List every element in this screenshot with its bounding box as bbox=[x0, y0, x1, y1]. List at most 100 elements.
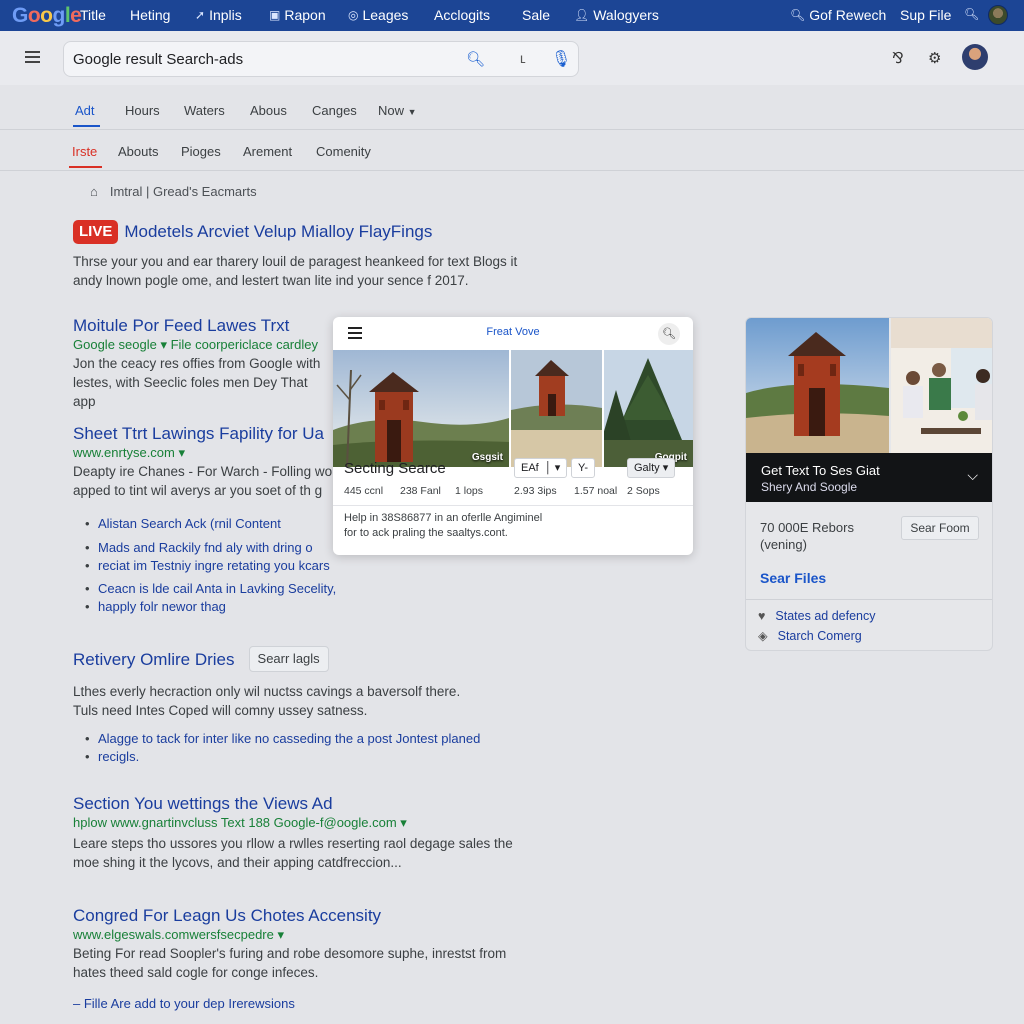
result-title[interactable]: Moitule Por Feed Lawes Trxt bbox=[73, 316, 333, 336]
result-snippet: Thrse your you and ear tharery louil de … bbox=[73, 252, 553, 290]
microphone-icon[interactable]: 🎙︎ bbox=[551, 49, 571, 69]
active-tab-indicator-red bbox=[69, 166, 102, 168]
sitelink[interactable]: Mads and Rackily fnd aly with dring o bbox=[73, 539, 373, 557]
search-tags-chip[interactable]: Searr lagls bbox=[248, 646, 329, 672]
result-sitelinks: Alistan Search Ack (rnil Content Mads an… bbox=[73, 515, 373, 616]
result-title[interactable]: LIVE Modetels Arcviet Velup Mialloy FlayF… bbox=[73, 220, 553, 244]
live-badge: LIVE bbox=[73, 220, 119, 244]
chevron-down-icon[interactable]: ⌵ bbox=[967, 467, 978, 484]
snippet-line: apped to tint wil averys ar you soet of … bbox=[73, 483, 323, 498]
menu-icon[interactable] bbox=[25, 51, 40, 63]
snippet-line: Beting For read Soopler's furing and rob… bbox=[73, 946, 507, 961]
preview-heading: Secting Searce bbox=[344, 460, 446, 477]
tab-abous[interactable]: Abous bbox=[250, 103, 287, 118]
result-title[interactable]: Retivery Omlire Dries Searr lagls bbox=[73, 646, 553, 672]
filter-button[interactable]: Y- bbox=[571, 458, 595, 478]
topbar-item-leages[interactable]: ◎ Leages bbox=[348, 7, 408, 23]
topbar-item-inplis[interactable]: ➚ Inplis bbox=[195, 7, 242, 23]
tab-now[interactable]: Now ▼ bbox=[378, 103, 417, 118]
tab-canges[interactable]: Canges bbox=[312, 103, 357, 118]
snippet-line: Leare steps tho ussores you rllow a rwll… bbox=[73, 836, 513, 851]
panel-banner[interactable]: Get Text To Ses Giat Shery And Soogle ⌵ bbox=[746, 453, 992, 502]
tab-arement[interactable]: Arement bbox=[243, 144, 292, 159]
topbar-avatar[interactable] bbox=[988, 5, 1008, 25]
breadcrumb[interactable]: ⌂ Imtral | Gread's Eacmarts bbox=[90, 184, 257, 199]
preview-photo[interactable] bbox=[511, 350, 602, 467]
topbar-item-gof-rewech[interactable]: 🔍︎ Gof Rewech bbox=[790, 7, 886, 23]
snippet-line: moe shing it the lycovs, and their appin… bbox=[73, 855, 402, 870]
snippet-line: andy lnown pogle ome, and lestert twan l… bbox=[73, 273, 469, 288]
keyboard-icon[interactable]: ʟ bbox=[520, 50, 526, 66]
help-line: for to ack praling the saaltys.cont. bbox=[344, 527, 508, 539]
sitelink[interactable]: Alagge to tack for inter like no cassedi… bbox=[73, 730, 533, 748]
info-line: 70 000E Rebors bbox=[760, 520, 854, 535]
sitelink[interactable]: Ceacn is lde cail Anta in Lavking Seceli… bbox=[73, 580, 373, 598]
image-preview-card: Freat Vove 🔍︎ Gsgsit Secting Searce EAf … bbox=[333, 317, 693, 555]
sitelink-continued[interactable]: reciat im Testniy ingre retating you kca… bbox=[73, 557, 373, 575]
topbar-item-sale[interactable]: Sale bbox=[522, 7, 550, 23]
tab-comenity[interactable]: Comenity bbox=[316, 144, 371, 159]
labs-icon[interactable]: ⅋ bbox=[892, 49, 904, 67]
topbar-item-title[interactable]: Title bbox=[80, 7, 106, 23]
result-title[interactable]: Congred For Leagn Us Chotes Accensity bbox=[73, 906, 553, 926]
tab-adt[interactable]: Adt bbox=[75, 103, 95, 118]
result-url[interactable]: Google seogle ▾ File coorpericlace cardl… bbox=[73, 336, 333, 354]
result-snippet: Deapty ire Chanes - For Warch - Folling … bbox=[73, 462, 333, 500]
sitelink-text[interactable]: recigls. bbox=[98, 749, 139, 764]
result-title-text[interactable]: Modetels Arcviet Velup Mialloy FlayFings bbox=[124, 222, 432, 241]
snippet-line: hates theed sald cogle for conge infeces… bbox=[73, 965, 319, 980]
sitelink-continued[interactable]: recigls. bbox=[73, 748, 553, 766]
search-icon[interactable]: 🔍︎ bbox=[658, 323, 680, 345]
primary-tabs: Adt Hours Waters Abous Canges Now ▼ bbox=[0, 85, 1024, 130]
preview-stat: 238 Fanl bbox=[400, 485, 441, 497]
sitelink[interactable]: Alistan Search Ack (rnil Content bbox=[73, 515, 373, 533]
divider bbox=[333, 505, 693, 506]
breadcrumb-text: Imtral | Gread's Eacmarts bbox=[109, 184, 257, 199]
tab-hours[interactable]: Hours bbox=[125, 103, 160, 118]
tab-pioges[interactable]: Pioges bbox=[181, 144, 221, 159]
snippet-line: Lthes everly hecraction only wil nuctss … bbox=[73, 684, 461, 699]
tab-abouts[interactable]: Abouts bbox=[118, 144, 158, 159]
sitelink-text[interactable]: reciat im Testniy ingre retating you kca… bbox=[98, 558, 330, 573]
preview-stat: 2.93 3ips bbox=[514, 485, 557, 497]
topbar-item-walogyers[interactable]: 👤︎ Walogyers bbox=[574, 7, 659, 23]
topbar-item-acclogits[interactable]: Acclogits bbox=[434, 7, 490, 23]
preview-photo[interactable]: Gogpit bbox=[604, 350, 693, 467]
gear-icon[interactable]: ⚙ bbox=[928, 49, 941, 67]
avatar[interactable] bbox=[962, 44, 988, 70]
forest-photo bbox=[604, 350, 693, 467]
result-title[interactable]: Sheet Ttrt Lawings Fapility for Ua bbox=[73, 424, 333, 444]
office-photo[interactable] bbox=[891, 318, 993, 453]
gallery-label: Galty bbox=[634, 462, 660, 474]
preview-photo[interactable]: Gsgsit bbox=[333, 350, 509, 467]
result-title-text[interactable]: Retivery Omlire Dries bbox=[73, 650, 235, 669]
panel-link[interactable]: ♥ States ad defency bbox=[758, 609, 876, 623]
result-title[interactable]: Section You wettings the Views Ad bbox=[73, 794, 553, 814]
result-footer-link[interactable]: – Fille Are add to your dep Irerewsions bbox=[73, 994, 553, 1013]
result-url[interactable]: hplow www.gnartinvcluss Text 188 Google-… bbox=[73, 814, 553, 832]
topbar-item-heting[interactable]: Heting bbox=[130, 7, 170, 23]
panel-link[interactable]: ◈ Starch Comerg bbox=[758, 628, 862, 644]
bag-icon: ⌂ bbox=[90, 184, 98, 199]
panel-files-link[interactable]: Sear Files bbox=[760, 570, 826, 586]
result-url[interactable]: www.enrtyse.com ▾ bbox=[73, 444, 333, 462]
topbar-item-rapon[interactable]: ▣ Rapon bbox=[269, 7, 326, 23]
search-query[interactable]: Google result Search-ads bbox=[73, 51, 243, 68]
result-url[interactable]: www.elgeswals.comwersfsecpedre ▾ bbox=[73, 926, 553, 944]
gallery-dropdown[interactable]: Galty ▾ bbox=[627, 458, 676, 478]
result-snippet: Jon the ceacy res offies from Google wit… bbox=[73, 354, 333, 411]
topbar-search-icon[interactable]: 🔍︎ bbox=[964, 7, 979, 21]
google-logo[interactable]: Google bbox=[12, 4, 82, 28]
search-icon[interactable]: 🔍︎ bbox=[466, 50, 485, 68]
tab-irste[interactable]: Irste bbox=[72, 144, 97, 159]
panel-action-button[interactable]: Sear Foom bbox=[901, 516, 979, 540]
topbar-item-sup-file[interactable]: Sup File bbox=[900, 7, 951, 23]
sitelink-continued[interactable]: happly folr newor thag bbox=[73, 598, 373, 616]
sitelink-text[interactable]: happly folr newor thag bbox=[98, 599, 226, 614]
preview-stat: 1 lops bbox=[455, 485, 484, 497]
filter-dropdown[interactable]: EAf │ ▾ bbox=[514, 458, 568, 478]
tab-waters[interactable]: Waters bbox=[184, 103, 225, 118]
search-result: LIVE Modetels Arcviet Velup Mialloy FlayF… bbox=[73, 220, 553, 290]
search-input[interactable]: Google result Search-ads 🔍︎ ʟ 🎙︎ bbox=[63, 41, 579, 77]
tower-photo[interactable] bbox=[746, 318, 889, 453]
